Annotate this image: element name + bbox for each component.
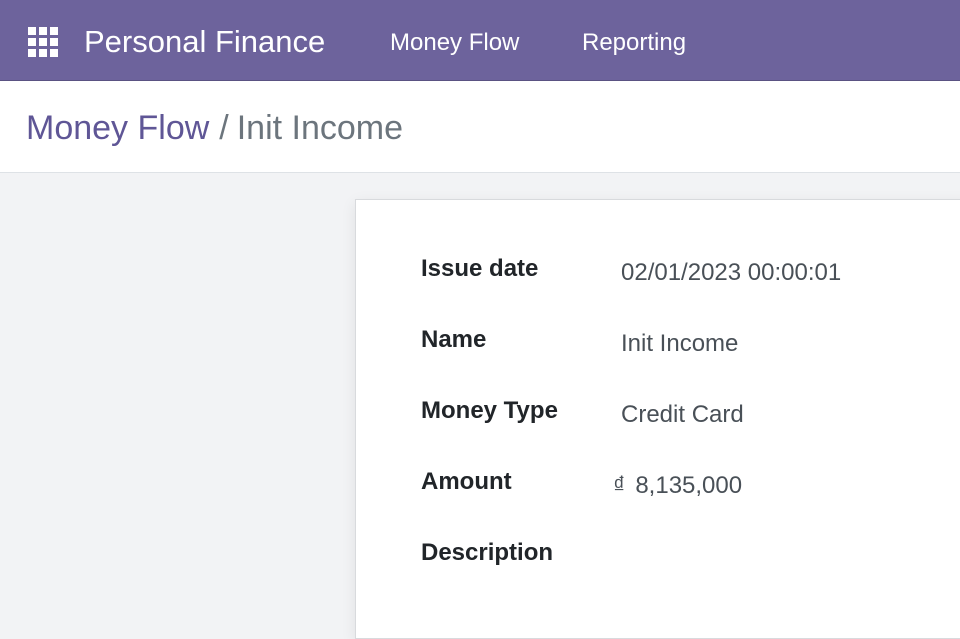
issue-date-label: Issue date (421, 255, 539, 282)
menu-item-reporting[interactable]: Reporting (582, 27, 686, 59)
breadcrumb-money-flow-link[interactable]: Money Flow (26, 109, 209, 147)
control-panel: Money Flow / Init Income (0, 81, 960, 173)
breadcrumb-separator: / (219, 109, 229, 147)
issue-date-field[interactable]: 02/01/2023 00:00:01 (621, 258, 841, 288)
breadcrumb-current: Init Income (236, 109, 404, 147)
amount-field[interactable]: ₫ 8,135,000 (613, 471, 742, 501)
top-navbar: Personal Finance Money Flow Reporting (0, 0, 960, 81)
name-label: Name (421, 326, 487, 353)
money-type-label: Money Type (421, 397, 558, 424)
money-type-field[interactable]: Credit Card (621, 400, 744, 430)
breadcrumb: Money Flow / Init Income (26, 107, 403, 149)
form-sheet: Issue date 02/01/2023 00:00:01 Name Init… (355, 199, 960, 639)
amount-label: Amount (421, 468, 512, 495)
app-title[interactable]: Personal Finance (84, 22, 325, 62)
menu-item-money-flow[interactable]: Money Flow (390, 27, 519, 59)
amount-value: 8,135,000 (635, 472, 743, 499)
description-field[interactable] (621, 542, 921, 572)
description-label: Description (421, 539, 554, 566)
currency-symbol: ₫ (613, 472, 626, 499)
apps-grid-icon[interactable] (28, 27, 58, 57)
name-field[interactable]: Init Income (621, 329, 738, 359)
